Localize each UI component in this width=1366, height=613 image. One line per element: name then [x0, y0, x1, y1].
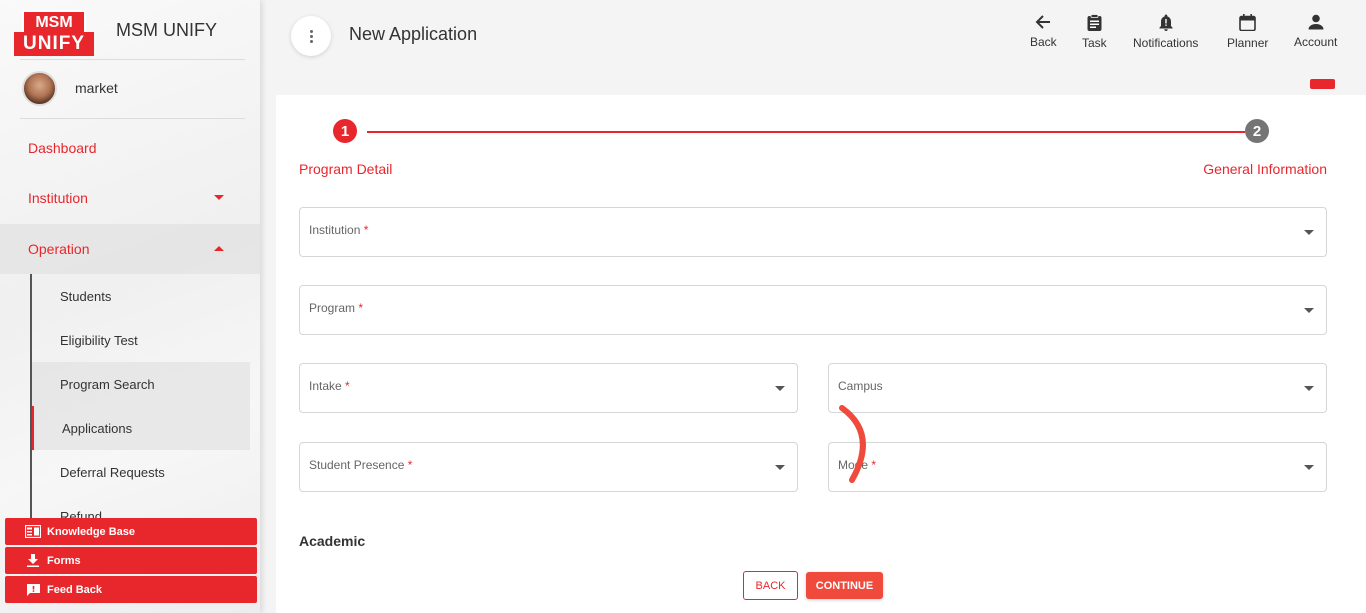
required-marker: *: [345, 379, 350, 393]
nav-institution-label: Institution: [28, 190, 88, 206]
sidebar-item-label: Students: [60, 288, 112, 304]
student-presence-label: Student Presence: [309, 458, 405, 472]
logo-bottom-text: UNIFY: [14, 32, 94, 56]
task-button[interactable]: Task: [1082, 14, 1107, 50]
account-label: Account: [1294, 35, 1338, 49]
more-menu-button[interactable]: [291, 16, 331, 56]
sidebar-item-label: Deferral Requests: [60, 464, 165, 480]
nav-dashboard[interactable]: Dashboard: [0, 123, 260, 173]
step-2-label[interactable]: General Information: [1203, 161, 1327, 177]
stepper-line: [367, 131, 1245, 133]
sidebar-item-applications[interactable]: Applications: [32, 406, 250, 450]
user-profile[interactable]: market: [22, 70, 118, 106]
logo-top-text: MSM: [22, 10, 86, 32]
institution-select[interactable]: Institution *: [299, 207, 1327, 257]
required-marker: *: [358, 301, 364, 315]
sidebar-item-label: Program Search: [60, 376, 155, 392]
chevron-down-icon: [214, 195, 224, 200]
book-icon: [25, 525, 41, 538]
step-1-circle[interactable]: 1: [333, 119, 357, 143]
step-1-label[interactable]: Program Detail: [299, 161, 392, 177]
sidebar-item-deferral-requests[interactable]: Deferral Requests: [32, 450, 250, 494]
download-icon: [25, 554, 41, 567]
more-vert-icon: [309, 29, 313, 33]
app-logo[interactable]: MSM UNIFY: [14, 10, 94, 56]
step-1-number: 1: [340, 122, 350, 140]
person-icon: [1308, 14, 1324, 30]
avatar: [22, 70, 57, 106]
app-name: MSM UNIFY: [116, 20, 217, 40]
campus-select[interactable]: Campus: [828, 363, 1327, 413]
divider: [20, 118, 245, 119]
intake-label: Intake: [309, 379, 342, 393]
sidebar-item-students[interactable]: Students: [32, 274, 250, 318]
planner-label: Planner: [1227, 36, 1269, 50]
sidebar-item-label: Eligibility Test: [60, 332, 138, 348]
feedback-button[interactable]: Feed Back: [5, 576, 257, 603]
required-marker: *: [407, 458, 413, 472]
dropdown-arrow-icon: [775, 386, 785, 391]
program-label: Program: [309, 301, 356, 315]
step-2-number: 2: [1252, 122, 1262, 140]
back-button[interactable]: BACK: [743, 571, 798, 600]
nav-dashboard-label: Dashboard: [28, 140, 97, 156]
calendar-icon: [1239, 14, 1256, 31]
forms-label: Forms: [47, 554, 81, 567]
campus-label: Campus: [838, 379, 883, 393]
dropdown-arrow-icon: [1304, 308, 1314, 313]
feedback-icon: [25, 583, 41, 597]
clipboard-icon: [1087, 14, 1102, 31]
task-label: Task: [1082, 36, 1107, 50]
feedback-label: Feed Back: [47, 583, 103, 596]
back-nav-button[interactable]: Back: [1030, 14, 1057, 49]
bell-icon: [1159, 14, 1173, 31]
sidebar-item-program-search[interactable]: Program Search: [32, 362, 250, 406]
user-name: market: [75, 80, 118, 96]
sidebar-item-label: Applications: [62, 420, 133, 436]
back-nav-label: Back: [1030, 35, 1057, 49]
page-title: New Application: [349, 24, 478, 44]
status-indicator[interactable]: [1310, 79, 1335, 89]
nav-institution[interactable]: Institution: [0, 173, 260, 223]
mode-select[interactable]: Mode *: [828, 442, 1327, 492]
account-button[interactable]: Account: [1294, 14, 1337, 49]
divider: [20, 59, 245, 60]
intake-select[interactable]: Intake *: [299, 363, 798, 413]
notifications-button[interactable]: Notifications: [1133, 14, 1198, 50]
academic-section-title: Academic: [299, 533, 366, 549]
nav-operation-label: Operation: [28, 241, 90, 257]
application-form-card: 1 2 Program Detail General Information I…: [276, 95, 1366, 613]
knowledge-base-button[interactable]: Knowledge Base: [5, 518, 257, 545]
continue-button[interactable]: CONTINUE: [806, 572, 883, 599]
student-presence-select[interactable]: Student Presence *: [299, 442, 798, 492]
knowledge-base-label: Knowledge Base: [47, 525, 136, 538]
program-select[interactable]: Program *: [299, 285, 1327, 335]
institution-label: Institution: [309, 223, 361, 237]
required-marker: *: [363, 223, 369, 237]
dropdown-arrow-icon: [775, 465, 785, 470]
arrow-left-icon: [1035, 15, 1051, 29]
dropdown-arrow-icon: [1304, 230, 1314, 235]
planner-button[interactable]: Planner: [1227, 14, 1268, 50]
chevron-up-icon: [214, 246, 224, 251]
forms-button[interactable]: Forms: [5, 547, 257, 574]
sidebar: MSM UNIFY MSM UNIFY market Dashboard Ins…: [0, 0, 260, 613]
notifications-label: Notifications: [1133, 36, 1199, 50]
top-bar: New Application Back Task Notifications …: [260, 0, 1366, 72]
dropdown-arrow-icon: [1304, 465, 1314, 470]
sidebar-item-eligibility-test[interactable]: Eligibility Test: [32, 318, 250, 362]
loading-spinner-icon: [839, 405, 866, 483]
nav-operation[interactable]: Operation: [0, 224, 260, 274]
dropdown-arrow-icon: [1304, 386, 1314, 391]
step-2-circle[interactable]: 2: [1245, 119, 1269, 143]
